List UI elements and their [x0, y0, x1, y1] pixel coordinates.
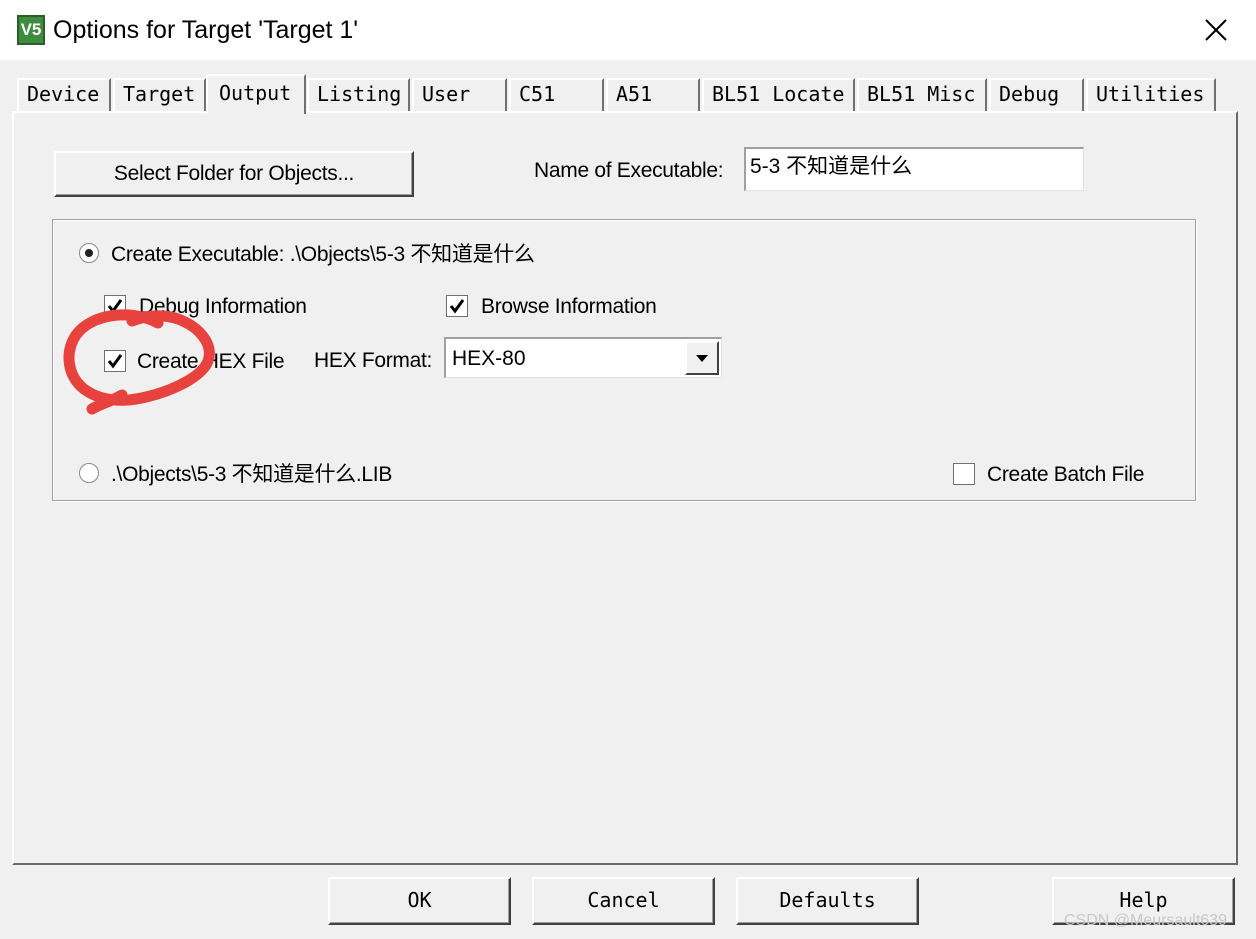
hex-format-value: HEX-80: [452, 347, 526, 370]
tab-bl51-locate[interactable]: BL51 Locate: [702, 78, 855, 111]
close-button[interactable]: [1190, 8, 1240, 52]
tab-c51[interactable]: C51: [509, 78, 604, 111]
chevron-down-icon: [696, 355, 708, 362]
browse-information-checkbox[interactable]: [446, 295, 468, 317]
hex-format-label: HEX Format:: [314, 349, 433, 372]
create-executable-radio[interactable]: [79, 243, 99, 263]
create-hex-file-checkbox[interactable]: [104, 350, 126, 372]
keil-app-icon: V5: [17, 15, 45, 45]
hex-format-dropdown-button[interactable]: [685, 341, 719, 375]
create-executable-label: Create Executable: .\Objects\5-3 不知道是什么: [111, 243, 535, 266]
tab-output[interactable]: Output: [206, 74, 306, 114]
debug-information-checkbox[interactable]: [104, 295, 126, 317]
create-library-radio[interactable]: [79, 463, 99, 483]
hex-format-select[interactable]: HEX-80: [444, 337, 722, 378]
ok-button[interactable]: OK: [328, 877, 511, 925]
create-batch-file-label: Create Batch File: [987, 463, 1145, 486]
tab-user[interactable]: User: [412, 78, 507, 111]
cancel-button[interactable]: Cancel: [532, 877, 715, 925]
checkmark-icon: [107, 354, 123, 369]
name-of-executable-input[interactable]: 5-3 不知道是什么: [744, 147, 1084, 191]
defaults-button[interactable]: Defaults: [736, 877, 919, 925]
tab-utilities[interactable]: Utilities: [1086, 78, 1216, 111]
radio-selected-dot: [85, 249, 93, 257]
checkmark-icon: [449, 299, 465, 314]
create-hex-file-label: Create HEX File: [137, 350, 285, 373]
tab-bl51-misc[interactable]: BL51 Misc: [857, 78, 987, 111]
watermark: CSDN @Meursault639: [1064, 912, 1227, 929]
tab-a51[interactable]: A51: [606, 78, 700, 111]
create-library-label: .\Objects\5-3 不知道是什么.LIB: [111, 463, 393, 486]
checkmark-icon: [107, 299, 123, 314]
browse-information-label: Browse Information: [481, 295, 657, 318]
window-title: Options for Target 'Target 1': [53, 16, 359, 44]
tab-debug[interactable]: Debug: [989, 78, 1084, 111]
tab-listing[interactable]: Listing: [307, 78, 410, 111]
name-of-executable-label: Name of Executable:: [534, 159, 724, 182]
debug-information-label: Debug Information: [139, 295, 307, 318]
close-icon: [1205, 19, 1227, 41]
create-batch-file-checkbox[interactable]: [953, 463, 975, 485]
tab-device[interactable]: Device: [17, 78, 111, 111]
title-bar[interactable]: V5 Options for Target 'Target 1': [0, 0, 1256, 60]
select-folder-button[interactable]: Select Folder for Objects...: [54, 151, 414, 197]
tab-target[interactable]: Target: [113, 78, 206, 111]
